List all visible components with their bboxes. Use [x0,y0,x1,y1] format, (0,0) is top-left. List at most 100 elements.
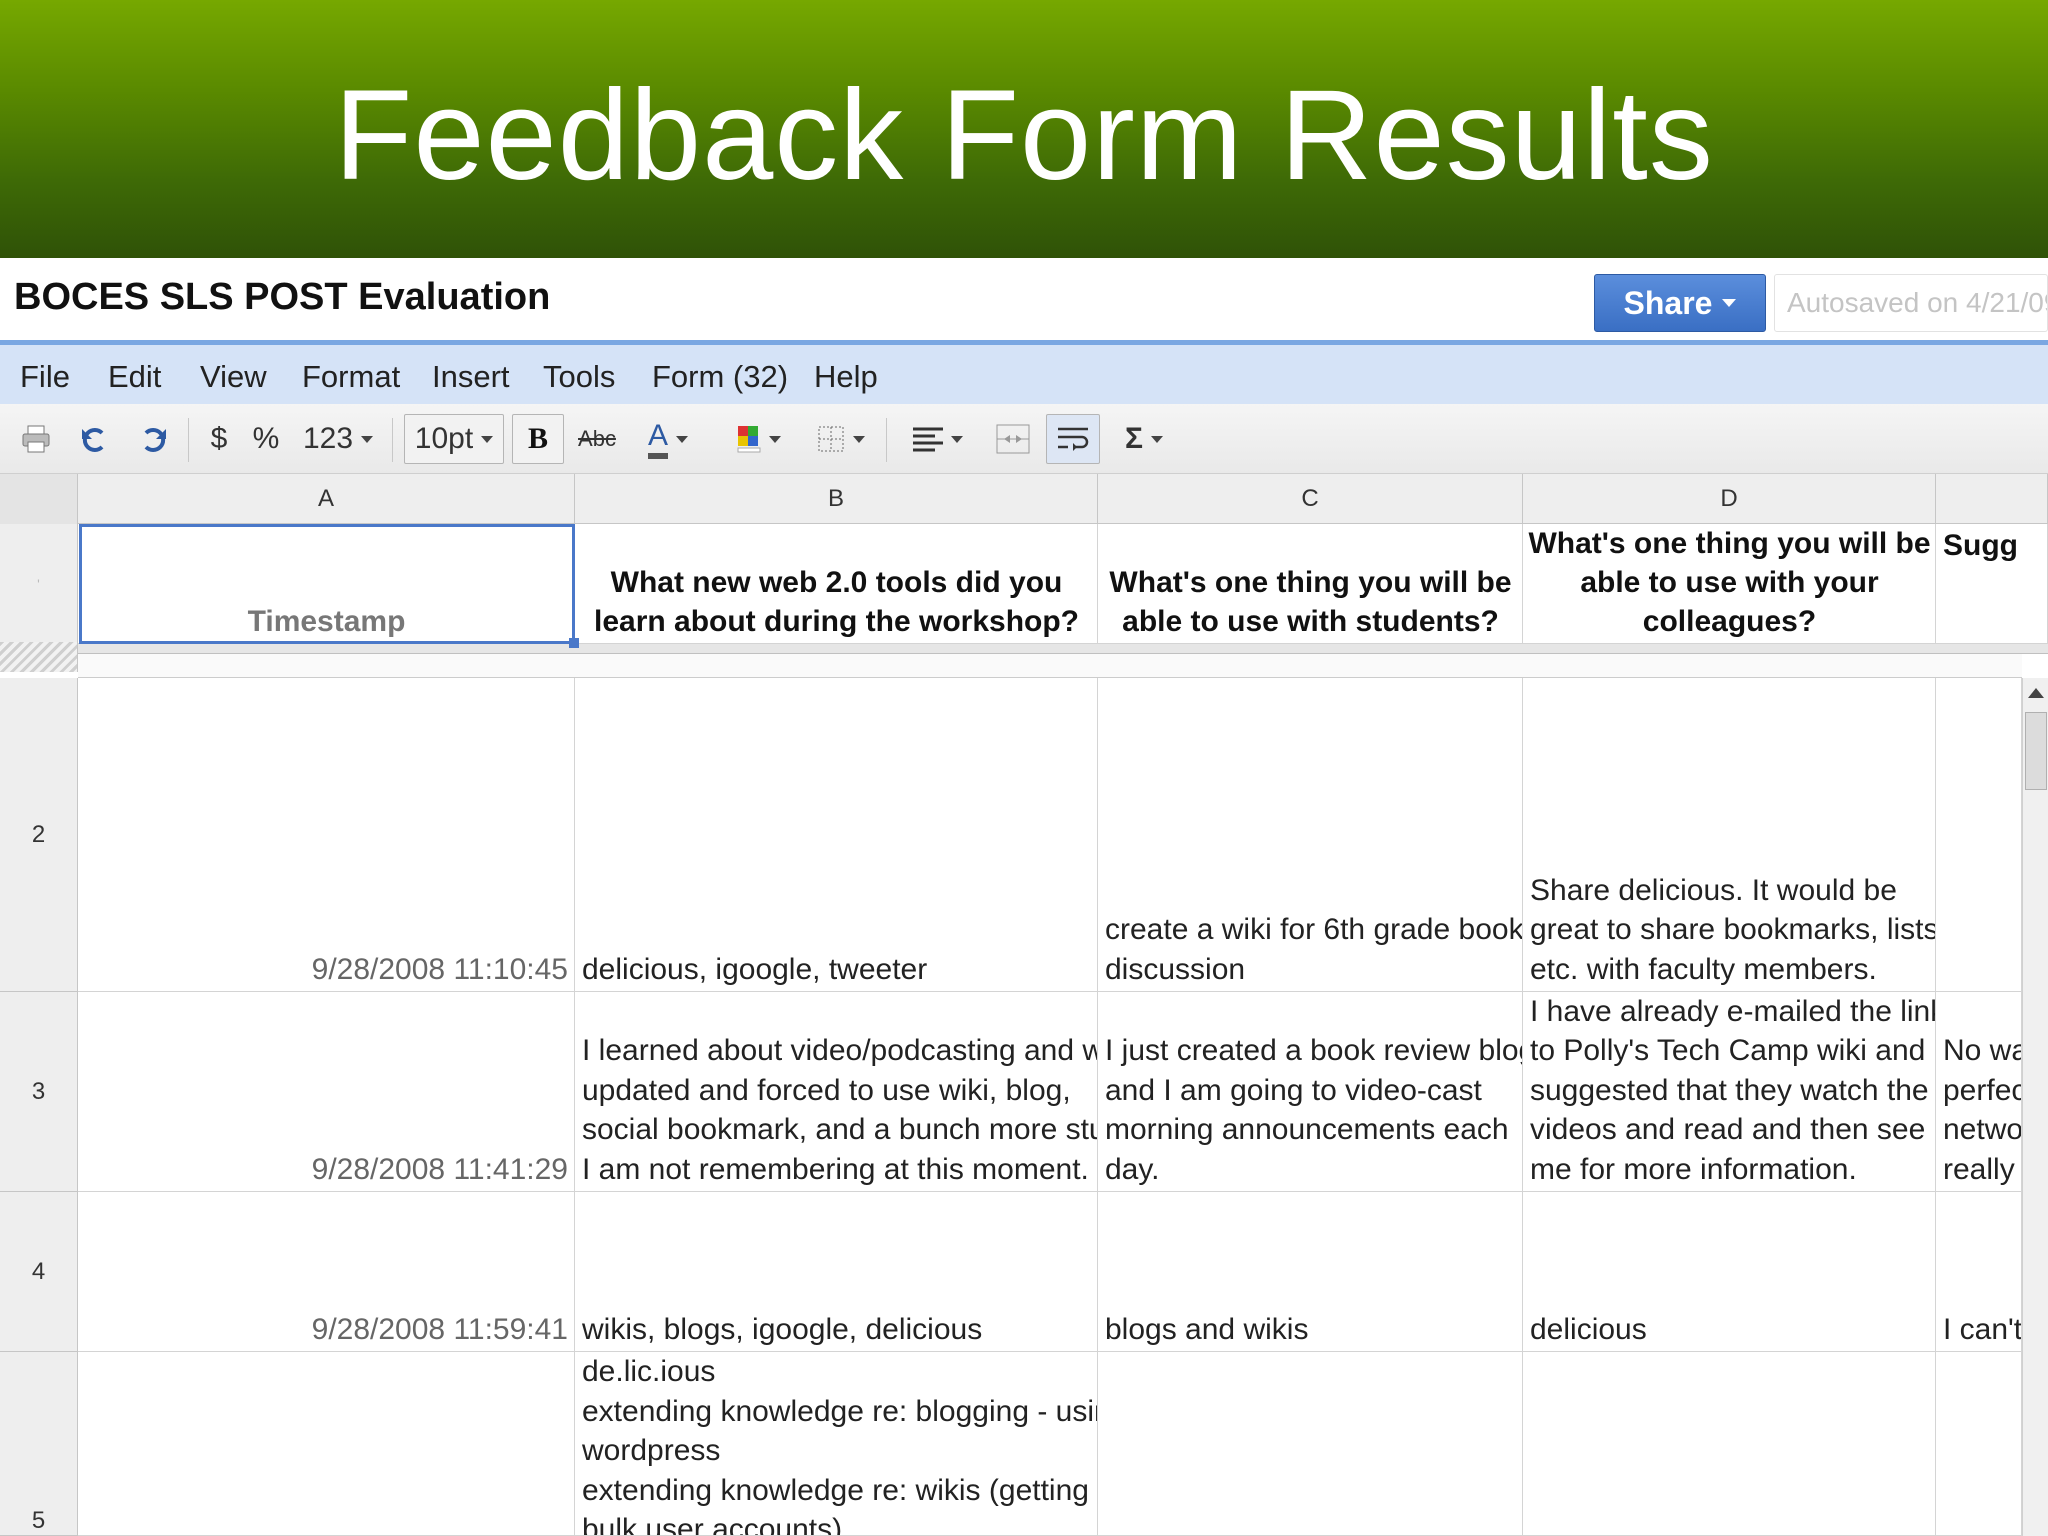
menu-insert[interactable]: Insert [432,359,510,395]
chevron-down-icon [1722,299,1737,307]
print-icon[interactable] [16,414,56,464]
redo-icon[interactable] [134,414,174,464]
cell-text: I can't [1943,1312,2022,1346]
number-format-dropdown[interactable]: 123 [300,414,376,464]
cell-text: networ [1943,1113,2022,1146]
text-color-dropdown[interactable]: A [636,414,700,464]
fill-handle[interactable] [569,638,579,648]
table-cell[interactable]: de.lic.ious extending knowledge re: blog… [575,1352,1098,1536]
cell-text: I just created a book review blog [1105,1034,1523,1067]
table-header-cell[interactable]: What's one thing you will be able to use… [1523,524,1936,644]
cell-text: I am not remembering at this moment. [582,1152,1089,1186]
share-button[interactable]: Share [1594,274,1766,332]
header-text: What new web 2.0 tools did you [610,566,1063,599]
select-all-corner[interactable] [0,474,78,524]
borders-icon [818,426,844,452]
currency-format-button[interactable]: $ [204,414,234,464]
menu-help[interactable]: Help [814,359,878,395]
row-header-4[interactable]: 4 [0,1192,78,1352]
cell-text: etc. with faculty members. [1530,952,1877,986]
menu-edit[interactable]: Edit [108,359,161,395]
percent-format-button[interactable]: % [248,414,284,464]
header-text: Timestamp [247,605,406,638]
table-header-cell[interactable]: What new web 2.0 tools did you learn abo… [575,524,1098,644]
scroll-up-icon[interactable] [2028,688,2044,698]
row-header-5[interactable]: 5 [0,1352,78,1536]
number-format-label: 123 [302,422,354,455]
font-size-label: 10pt [414,422,474,455]
spreadsheet-grid: A B C D ' Timestamp What new web 2.0 too… [0,474,2048,1536]
table-header-cell[interactable]: Sugg [1936,524,2048,644]
menu-form[interactable]: Form (32) [652,359,788,395]
row-header-2[interactable]: 2 [0,678,78,992]
header-text: able to use with students? [1122,605,1499,638]
bold-button[interactable]: B [512,414,564,464]
cell-text: me for more information. [1530,1152,1857,1186]
header-text: What's one thing you will be [1528,527,1931,560]
align-dropdown[interactable] [906,414,970,464]
column-header-b[interactable]: B [575,474,1098,524]
menu-format[interactable]: Format [302,359,400,395]
table-cell[interactable] [1098,1352,1523,1536]
table-header-cell[interactable]: Timestamp [78,524,575,644]
merge-cells-icon[interactable] [990,414,1036,464]
table-cell[interactable]: I can't [1936,1192,2022,1352]
menu-file[interactable]: File [20,359,70,395]
cell-text: extending knowledge re: blogging - using [582,1394,1098,1428]
chevron-down-icon [769,435,781,443]
document-header: BOCES SLS POST Evaluation Share Autosave… [0,258,2048,342]
font-size-dropdown[interactable]: 10pt [404,414,504,464]
document-title[interactable]: BOCES SLS POST Evaluation [14,276,550,319]
table-header-cell[interactable]: What's one thing you will be able to use… [1098,524,1523,644]
column-header-a[interactable]: A [78,474,575,524]
menu-view[interactable]: View [200,359,267,395]
vertical-scrollbar[interactable] [2022,678,2048,1536]
cell-text: delicious [1530,1312,1647,1346]
wrap-text-icon[interactable] [1046,414,1100,464]
undo-icon[interactable] [74,414,114,464]
table-cell[interactable]: 9/28/2008 11:10:45 [78,678,575,992]
cell-text: 9/28/2008 11:59:41 [311,1312,568,1346]
header-text: What's one thing you will be [1109,566,1512,599]
table-cell[interactable]: No wa perfec networ really [1936,992,2022,1192]
table-cell[interactable]: I learned about video/podcasting and was… [575,992,1098,1192]
menu-tools[interactable]: Tools [543,359,615,395]
cell-text: 9/28/2008 11:41:29 [311,1152,568,1186]
frozen-row-divider[interactable] [0,644,2048,654]
row-header-1[interactable]: ' [0,524,78,644]
slide-banner: Feedback Form Results [0,0,2048,258]
strikethrough-button[interactable]: Abc [574,414,620,464]
table-cell[interactable]: wikis, blogs, igoogle, delicious [575,1192,1098,1352]
table-cell[interactable]: I have already e-mailed the link to Poll… [1523,992,1936,1192]
table-cell[interactable]: I just created a book review blog and I … [1098,992,1523,1192]
fill-color-dropdown[interactable] [728,414,790,464]
table-cell[interactable]: Share delicious. It would be great to sh… [1523,678,1936,992]
table-cell[interactable] [78,1352,575,1536]
table-cell[interactable]: 9/28/2008 11:59:41 [78,1192,575,1352]
table-cell[interactable] [1936,1352,2022,1536]
column-header-d[interactable]: D [1523,474,1936,524]
row-header-3[interactable]: 3 [0,992,78,1192]
borders-dropdown[interactable] [810,414,872,464]
cell-text: Share delicious. It would be [1530,873,1897,907]
table-cell[interactable] [1523,1352,1936,1536]
table-cell[interactable]: blogs and wikis [1098,1192,1523,1352]
table-cell[interactable]: create a wiki for 6th grade book discuss… [1098,678,1523,992]
table-cell[interactable] [1936,678,2022,992]
functions-dropdown[interactable]: Σ [1116,414,1172,464]
header-text: Sugg [1943,529,2018,562]
cell-text: de.lic.ious [582,1355,716,1388]
header-text: colleagues? [1642,605,1817,638]
table-cell[interactable]: delicious, igoogle, tweeter [575,678,1098,992]
table-cell[interactable]: delicious [1523,1192,1936,1352]
cell-text: 9/28/2008 11:10:45 [311,952,568,986]
chevron-down-icon [361,435,374,443]
sum-icon: Σ [1124,422,1143,455]
column-header-c[interactable]: C [1098,474,1523,524]
cell-text: wordpress [582,1434,721,1467]
table-cell[interactable]: 9/28/2008 11:41:29 [78,992,575,1192]
scroll-thumb[interactable] [2025,712,2047,790]
cell-text: day. [1105,1152,1160,1186]
freeze-handle[interactable] [0,642,78,672]
column-header-e[interactable] [1936,474,2048,524]
